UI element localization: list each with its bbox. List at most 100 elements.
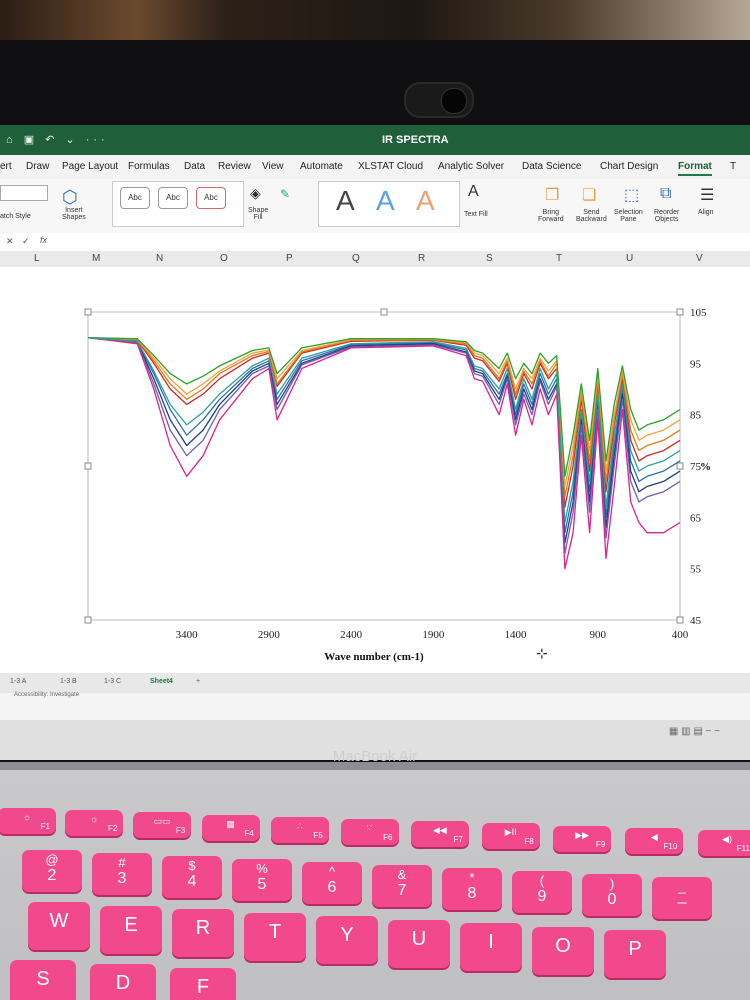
key-bottom: 6	[327, 879, 337, 896]
key-letter: E	[124, 913, 138, 936]
letter-key[interactable]: T	[244, 912, 306, 961]
wordart-style-3[interactable]: A	[416, 185, 435, 217]
number-key[interactable]: ) 0	[582, 874, 642, 916]
function-key[interactable]: ◀◀ F7	[410, 821, 469, 848]
function-key[interactable]: ▭▭ F3	[133, 812, 192, 839]
column-header[interactable]: O	[220, 253, 228, 264]
function-key[interactable]: ☼ F1	[0, 808, 56, 834]
tab-xlstat-cloud[interactable]: XLSTAT Cloud	[358, 161, 423, 172]
style-dropdown[interactable]	[0, 185, 48, 201]
column-header[interactable]: Q	[352, 253, 360, 264]
tab-formulas[interactable]: Formulas	[128, 161, 170, 172]
mouse-cursor: ⊹	[536, 645, 548, 661]
tab-analytic-solver[interactable]: Analytic Solver	[438, 161, 504, 172]
shape-style-1[interactable]: Abc	[120, 187, 150, 209]
tab-data-science[interactable]: Data Science	[522, 161, 581, 172]
wordart-style-2[interactable]: A	[376, 185, 395, 217]
tab-automate[interactable]: Automate	[300, 161, 343, 172]
letter-key[interactable]: P	[604, 930, 666, 978]
function-key[interactable]: ▦ F4	[201, 814, 260, 841]
formula-bar[interactable]: ✕ ✓ fx	[0, 233, 750, 252]
selection-pane-label[interactable]: Selection Pane	[614, 209, 643, 223]
column-header[interactable]: T	[556, 253, 562, 264]
letter-key[interactable]: U	[388, 919, 450, 968]
reorder-objects-icon[interactable]: ⧉	[660, 185, 671, 203]
number-key[interactable]: #3	[92, 853, 152, 895]
sheet-tab[interactable]: 1-3 A	[10, 678, 26, 685]
align-icon[interactable]: ☰	[700, 185, 714, 205]
column-header[interactable]: L	[34, 253, 40, 264]
tab-format[interactable]: Format	[678, 161, 712, 176]
letter-key[interactable]: S	[10, 960, 76, 1000]
column-header[interactable]: U	[626, 253, 633, 264]
fx-label[interactable]: fx	[40, 235, 47, 245]
tab-view[interactable]: View	[262, 161, 284, 172]
tab-review[interactable]: Review	[218, 161, 251, 172]
letter-key[interactable]: I	[460, 923, 522, 971]
column-header[interactable]: N	[156, 253, 163, 264]
number-key[interactable]: & 7	[372, 865, 432, 907]
tab-draw[interactable]: Draw	[26, 161, 49, 172]
tab-chart-design[interactable]: Chart Design	[600, 161, 658, 172]
column-header[interactable]: R	[418, 253, 425, 264]
add-sheet-button[interactable]: +	[196, 678, 200, 685]
letter-key[interactable]: Y	[316, 916, 378, 964]
cancel-icon[interactable]: ✕	[6, 236, 14, 247]
send-backward-icon[interactable]: ❏	[582, 185, 596, 205]
insert-shapes-icon[interactable]: ⬡	[62, 187, 78, 208]
letter-key[interactable]: R	[172, 909, 234, 957]
letter-key[interactable]: W	[28, 902, 90, 950]
sheet-tab[interactable]: 1-3 C	[104, 678, 121, 685]
sheet-tab[interactable]: Sheet4	[150, 678, 173, 685]
tab-page-layout[interactable]: Page Layout	[62, 161, 118, 172]
function-key[interactable]: ☼ F2	[65, 810, 124, 837]
column-header[interactable]: V	[696, 253, 703, 264]
number-key[interactable]: ^ 6	[302, 862, 362, 904]
tab-data[interactable]: Data	[184, 161, 205, 172]
column-header[interactable]: P	[286, 253, 293, 264]
number-key[interactable]: _ –	[652, 877, 712, 919]
shape-style-3[interactable]: Abc	[196, 187, 226, 209]
function-key[interactable]: ∴ F5	[270, 816, 329, 843]
bring-forward-icon[interactable]: ❐	[545, 185, 559, 205]
number-key[interactable]: @2	[22, 850, 82, 892]
shape-style-2[interactable]: Abc	[158, 187, 188, 209]
view-buttons[interactable]: ▦ ▥ ▤ − −	[669, 726, 720, 737]
number-key[interactable]: * 8	[442, 868, 502, 910]
letter-key[interactable]: F	[170, 968, 236, 1000]
reorder-objects-label[interactable]: Reorder Objects	[654, 209, 679, 223]
y-tick-label: 95	[690, 358, 702, 370]
letter-key[interactable]: E	[100, 905, 162, 954]
function-key[interactable]: ◀ F10	[625, 827, 684, 854]
function-key[interactable]: ∵ F6	[340, 819, 399, 845]
shape-fill-icon[interactable]: ◈	[250, 185, 261, 202]
match-style-label[interactable]: atch Style	[0, 213, 31, 220]
column-header[interactable]: M	[92, 253, 100, 264]
tab-t[interactable]: T	[730, 161, 736, 172]
bring-forward-label[interactable]: Bring Forward	[538, 209, 564, 223]
function-key[interactable]: ▶II F8	[481, 823, 540, 850]
number-key[interactable]: % 5	[232, 859, 292, 901]
send-backward-label[interactable]: Send Backward	[576, 209, 607, 223]
confirm-icon[interactable]: ✓	[22, 236, 30, 247]
selection-pane-icon[interactable]: ⬚	[624, 185, 639, 205]
number-key[interactable]: (9	[512, 871, 572, 913]
key-letter: D	[115, 972, 131, 994]
wordart-style-1[interactable]: A	[336, 185, 355, 217]
number-key[interactable]: $4	[162, 856, 222, 898]
tab-ert[interactable]: ert	[0, 161, 12, 172]
function-key[interactable]: ◀) F11	[698, 830, 750, 856]
column-header[interactable]: S	[486, 253, 493, 264]
letter-key[interactable]: O	[532, 926, 594, 975]
shape-fill-label[interactable]: Shape Fill	[248, 207, 268, 221]
letter-key[interactable]: D	[90, 964, 156, 1000]
insert-shapes-label[interactable]: Insert Shapes	[62, 207, 86, 221]
text-fill-label[interactable]: Text Fill	[464, 211, 488, 218]
sheet-tab[interactable]: 1-3 B	[60, 678, 77, 685]
shape-outline-icon[interactable]: ✎	[280, 187, 290, 201]
function-key[interactable]: ▶▶ F9	[553, 825, 612, 852]
quick-access-toolbar[interactable]: ⌂ ▣ ↶ ⌄ ···	[6, 133, 109, 146]
align-label[interactable]: Align	[698, 209, 714, 216]
ir-spectra-chart[interactable]: 3400 2900 2400 1900 1400 900 40010595857565554…	[84, 302, 710, 664]
text-fill-icon[interactable]: A	[468, 183, 479, 201]
